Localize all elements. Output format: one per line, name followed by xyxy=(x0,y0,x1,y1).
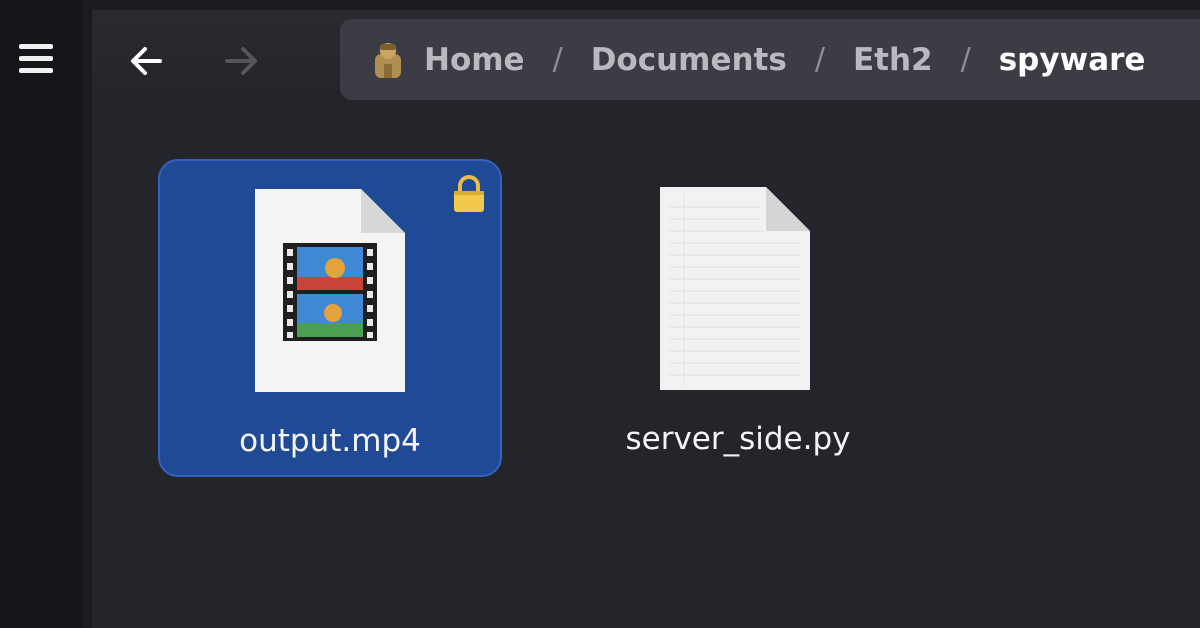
lock-icon xyxy=(454,175,484,212)
file-item-server-side-py[interactable]: server_side.py xyxy=(566,159,910,477)
sidebar-strip xyxy=(0,0,82,628)
breadcrumb-separator: / xyxy=(960,42,971,77)
breadcrumb-home[interactable]: Home xyxy=(424,42,525,78)
breadcrumb-separator: / xyxy=(552,42,563,77)
hamburger-menu-icon[interactable] xyxy=(14,36,58,80)
breadcrumb-spyware[interactable]: spyware xyxy=(999,42,1146,78)
video-file-icon xyxy=(255,189,405,392)
file-item-output-mp4[interactable]: output.mp4 xyxy=(158,159,502,477)
arrow-right-icon xyxy=(225,47,257,75)
file-manager-window: Home / Documents / Eth2 / spyware output… xyxy=(0,0,1200,628)
breadcrumb-eth2[interactable]: Eth2 xyxy=(853,42,933,78)
file-name: server_side.py xyxy=(625,421,851,457)
breadcrumb-documents[interactable]: Documents xyxy=(591,42,787,78)
back-button[interactable] xyxy=(120,34,174,88)
header-top-edge xyxy=(92,0,1200,10)
breadcrumb: Home / Documents / Eth2 / spyware xyxy=(340,19,1200,100)
arrow-left-icon xyxy=(131,47,162,75)
forward-button[interactable] xyxy=(214,34,268,88)
file-name: output.mp4 xyxy=(239,423,421,459)
sidebar-divider xyxy=(82,0,92,628)
file-grid: output.mp4 server_side.py xyxy=(92,112,1200,628)
home-user-icon xyxy=(370,40,406,80)
breadcrumb-separator: / xyxy=(814,42,825,77)
text-file-icon xyxy=(660,187,810,390)
